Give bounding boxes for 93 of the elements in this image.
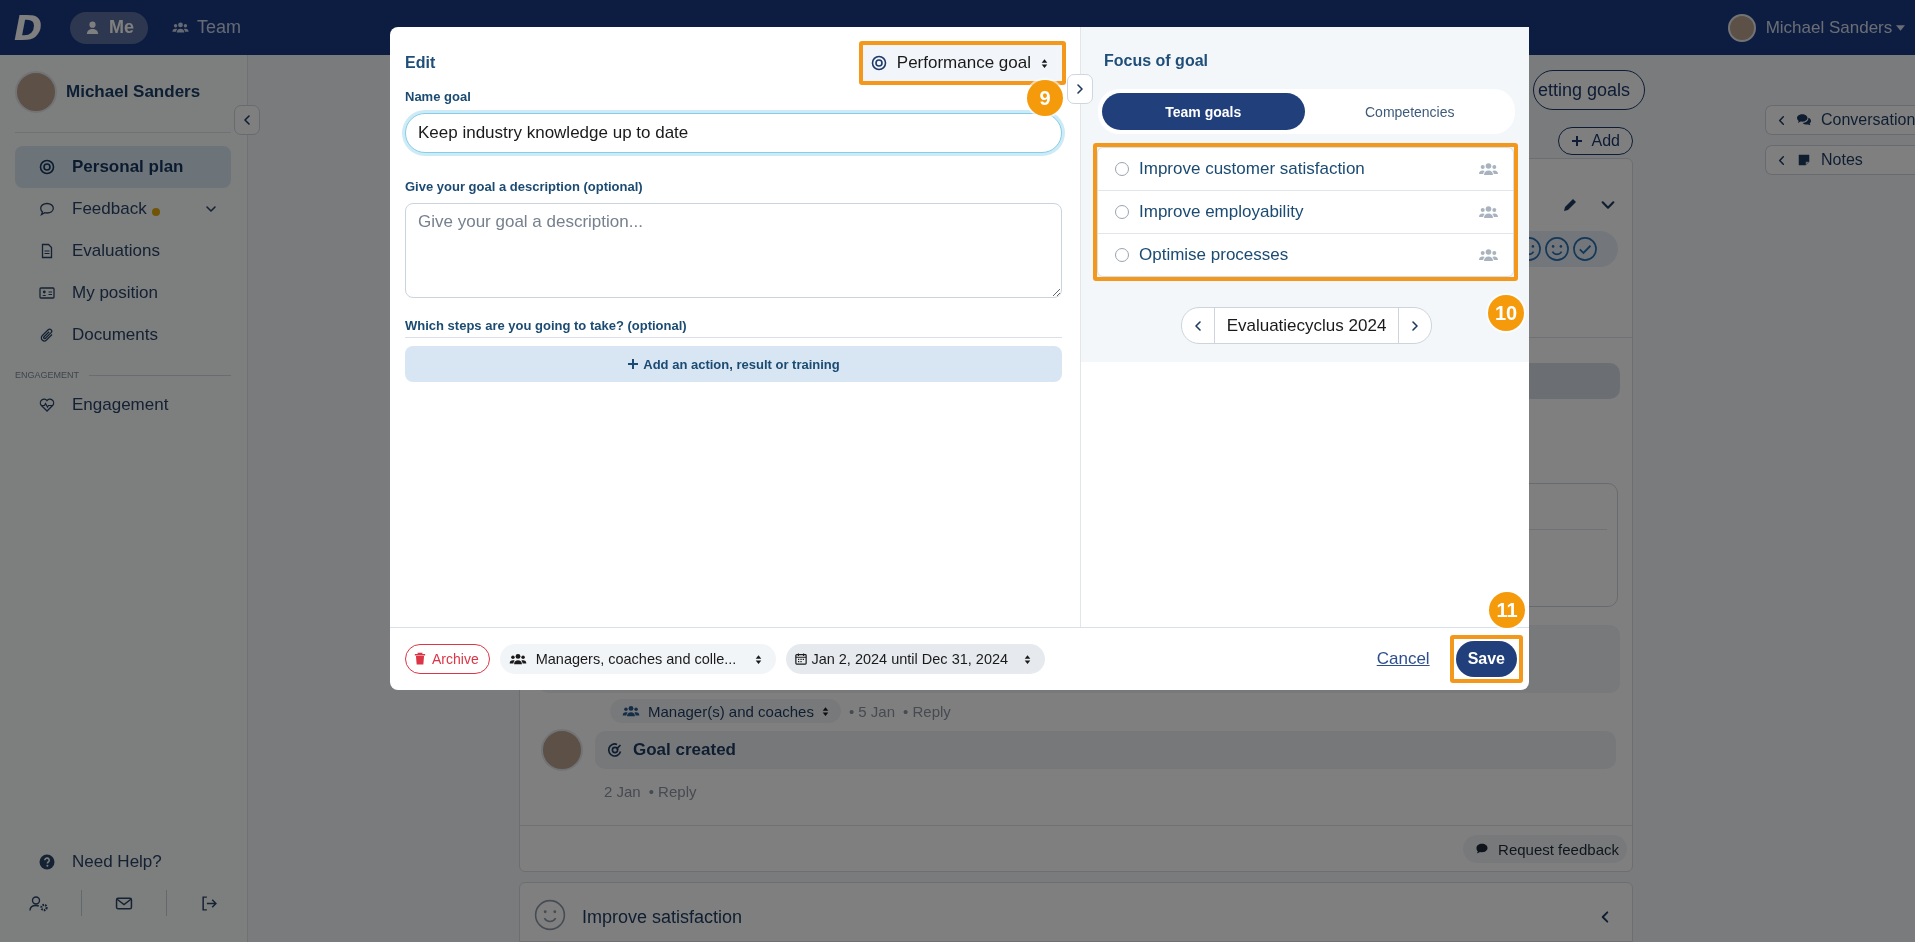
users-icon: [622, 704, 640, 718]
visibility-select[interactable]: Managers, coaches and colle...: [499, 644, 777, 674]
paperclip-icon: [39, 327, 55, 343]
section-label: ENGAGEMENT: [15, 370, 79, 380]
sidebar-item[interactable]: Documents: [15, 314, 231, 356]
collapse-button[interactable]: [234, 105, 260, 135]
sidebar-item[interactable]: Personal plan: [15, 146, 231, 188]
add-button[interactable]: Add: [1557, 127, 1633, 155]
chevron-left-icon: [1776, 114, 1787, 126]
archive-button[interactable]: Archive: [405, 644, 490, 674]
logout-icon[interactable]: [199, 894, 219, 912]
users-icon: [1478, 247, 1499, 263]
sidebar-item[interactable]: Feedback: [15, 188, 231, 230]
panel-title: Focus of goal: [1104, 52, 1209, 70]
avatar: [15, 71, 57, 113]
note-icon: [1796, 153, 1812, 167]
save-button[interactable]: Save: [1455, 641, 1517, 677]
user-settings-icon[interactable]: [29, 894, 49, 912]
at-target-icon: [607, 742, 623, 758]
trash-icon: [414, 652, 426, 666]
goal-option[interactable]: Optimise processes: [1098, 233, 1513, 276]
nav-tab[interactable]: Me: [70, 11, 148, 44]
description-field[interactable]: Give your goal a description...: [405, 203, 1062, 298]
chevron-down-icon: [205, 203, 217, 215]
goal-option[interactable]: Improve customer satisfaction: [1098, 148, 1513, 190]
chevron-left-icon: [241, 114, 253, 126]
caret-icon: [1896, 24, 1906, 31]
notification-dot: [151, 207, 160, 216]
avatar: [541, 729, 583, 771]
add-step-button[interactable]: Add an action, result or training: [405, 346, 1062, 382]
speech-bubble-icon: [1475, 842, 1490, 856]
question-icon: [39, 854, 55, 870]
reply-link[interactable]: • Reply: [903, 702, 951, 720]
comment-date: • 5 Jan: [848, 702, 896, 720]
request-feedback-button[interactable]: Request feedback: [1463, 835, 1627, 863]
chevron-left-icon: [1776, 154, 1787, 166]
sort-caret-icon: [1024, 653, 1032, 665]
tab[interactable]: Team goals: [1102, 93, 1305, 130]
step-badge: 9: [1027, 80, 1063, 116]
user-name: Michael Sanders: [66, 82, 201, 102]
id-card-icon: [39, 285, 55, 301]
users-icon: [508, 652, 527, 666]
goal-type-select[interactable]: Performance goal: [862, 45, 1062, 81]
goal-option[interactable]: Improve employability: [1098, 190, 1513, 233]
goal-name-field[interactable]: Keep industry knowledge up to date: [405, 113, 1062, 153]
nav-tab[interactable]: Team: [158, 11, 256, 44]
pencil-icon[interactable]: [1562, 197, 1578, 213]
dialog-title: Edit: [405, 54, 436, 72]
tab[interactable]: Competencies: [1308, 93, 1511, 130]
audience-selector[interactable]: Manager(s) and coaches: [610, 699, 841, 723]
sidebar-item[interactable]: Engagement: [15, 384, 231, 426]
field-label: Name goal: [405, 89, 471, 104]
target-icon: [870, 55, 887, 71]
check-circle-icon[interactable]: [1572, 236, 1598, 262]
sort-caret-icon: [1041, 57, 1048, 69]
event-text: Goal created: [633, 740, 736, 760]
users-icon: [172, 20, 189, 35]
cancel-link[interactable]: Cancel: [1376, 649, 1430, 669]
field-label: Which steps are you going to take? (optional): [405, 318, 687, 333]
comment-date: 2 Jan: [604, 782, 641, 800]
user-menu[interactable]: Michael Sanders: [1765, 17, 1906, 38]
users-icon: [1478, 161, 1499, 177]
expand-panel-button[interactable]: [1067, 74, 1093, 104]
field-label: Give your goal a description (optional): [405, 179, 643, 194]
calendar-icon: [795, 653, 808, 665]
avatar: [1727, 13, 1756, 42]
heart-pulse-icon: [39, 397, 55, 413]
logo[interactable]: D: [14, 7, 48, 48]
period-select[interactable]: Jan 2, 2024 until Dec 31, 2024: [786, 644, 1046, 674]
goal-title: Improve satisfaction: [582, 907, 743, 928]
sort-caret-icon: [821, 705, 829, 717]
side-panel-button[interactable]: Notes: [1765, 145, 1915, 175]
help-link[interactable]: Need Help?: [15, 852, 231, 872]
document-icon: [39, 243, 55, 259]
envelope-icon[interactable]: [114, 894, 134, 912]
setting-goals-button[interactable]: etting goals: [1533, 70, 1646, 110]
chevron-right-icon: [1074, 83, 1086, 95]
sidebar-item[interactable]: Evaluations: [15, 230, 231, 272]
user-icon: [84, 20, 101, 35]
plus-icon: [1570, 135, 1583, 147]
goal-card[interactable]: Improve satisfaction: [519, 882, 1633, 942]
step-badge: 11: [1489, 592, 1525, 628]
comments-icon: [1796, 113, 1812, 127]
reply-link[interactable]: • Reply: [648, 782, 697, 800]
side-panel-button[interactable]: Conversation: [1765, 105, 1915, 135]
plus-icon: [627, 358, 640, 370]
target-icon: [39, 159, 55, 175]
sort-caret-icon: [755, 653, 763, 665]
users-icon: [1478, 204, 1499, 220]
smiley-icon: [534, 899, 566, 931]
cycle-label: Evaluatiecyclus 2024: [1213, 308, 1400, 343]
speech-bubble-icon: [39, 201, 55, 217]
sidebar-item[interactable]: My position: [15, 272, 231, 314]
